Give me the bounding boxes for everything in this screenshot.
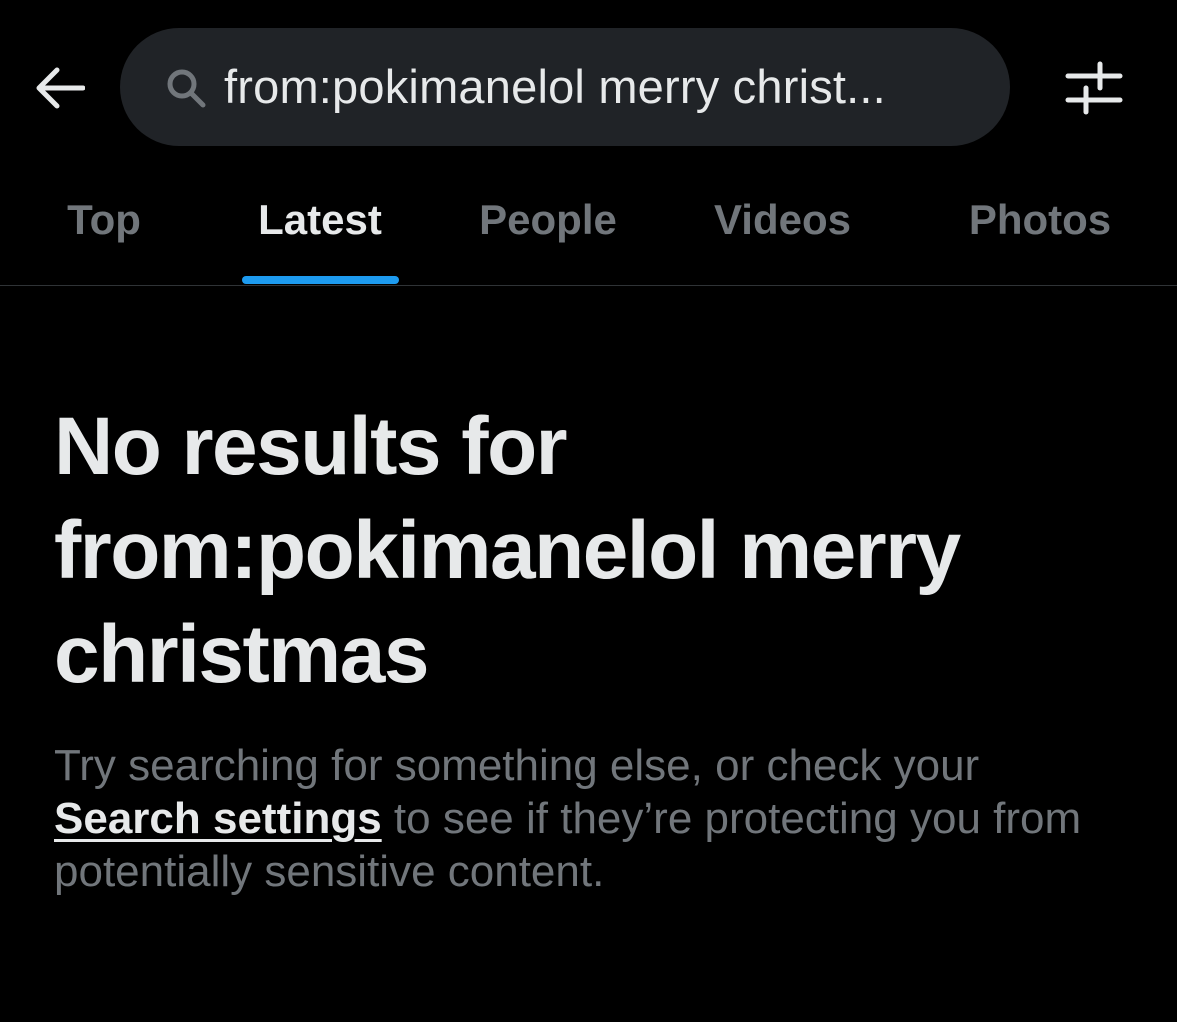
tab-photos[interactable]: Photos xyxy=(945,192,1135,282)
tab-label: Photos xyxy=(968,196,1112,243)
tab-label: Latest xyxy=(258,196,382,243)
active-tab-indicator xyxy=(242,276,399,284)
top-bar: from:pokimanelol merry christ... xyxy=(0,0,1177,170)
empty-state-title: No results for from:pokimanelol merry ch… xyxy=(54,401,961,700)
search-tabs: Top Latest People Videos Photos xyxy=(0,170,1177,285)
search-settings-link[interactable]: Search settings xyxy=(54,794,382,843)
tab-latest[interactable]: Latest xyxy=(230,192,410,282)
tab-label: Top xyxy=(67,196,141,243)
search-filters-button[interactable] xyxy=(1062,58,1126,118)
tab-top[interactable]: Top xyxy=(40,192,168,282)
back-button[interactable] xyxy=(30,62,88,114)
search-icon xyxy=(167,69,206,108)
tab-label: People xyxy=(479,196,617,243)
sliders-icon xyxy=(1065,61,1123,115)
search-input[interactable]: from:pokimanelol merry christ... xyxy=(120,28,1010,146)
empty-state: No results for from:pokimanelol merry ch… xyxy=(54,395,1134,898)
search-query-text[interactable]: from:pokimanelol merry christ... xyxy=(224,56,984,118)
tab-label: Videos xyxy=(714,196,851,243)
tab-videos[interactable]: Videos xyxy=(690,192,875,282)
tabs-divider xyxy=(0,285,1177,286)
empty-state-message: Try searching for something else, or che… xyxy=(54,739,1134,898)
arrow-left-icon xyxy=(36,67,85,109)
empty-state-text-prefix: Try searching for something else, or che… xyxy=(54,741,980,790)
tab-people[interactable]: People xyxy=(458,192,638,282)
